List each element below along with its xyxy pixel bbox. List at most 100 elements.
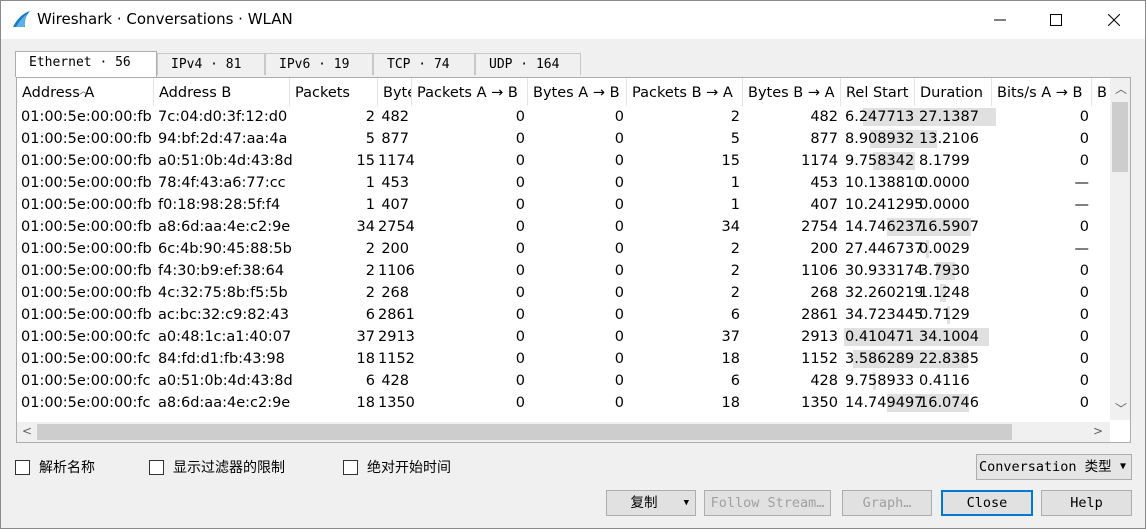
cell-packets-a-b: 0 — [515, 109, 525, 125]
table-row[interactable]: 01:00:5e:00:00:fb 78:4f:43:a6:77:cc 1 453 0 0… — [17, 172, 1107, 194]
copy-button[interactable]: 复制 ▼ — [606, 490, 696, 516]
cell-packets-b-a: 2 — [730, 285, 740, 301]
follow-stream-button[interactable]: Follow Stream… — [704, 490, 831, 516]
table-row[interactable]: 01:00:5e:00:00:fc a0:48:1c:a1:40:07 37 2913… — [17, 326, 1107, 348]
cell-bytes-a-b: 0 — [614, 395, 624, 411]
sort-ascending-icon: ︿ — [79, 87, 89, 97]
column-header-bytes-b-a[interactable]: Bytes B → A — [743, 78, 841, 106]
column-header-bits-per-sec-b-a[interactable]: Bi — [1092, 78, 1107, 106]
horizontal-scrollbar[interactable]: < > — [17, 422, 1110, 442]
copy-button-label: 复制 — [630, 495, 658, 511]
table-row[interactable]: 01:00:5e:00:00:fc a0:51:0b:4d:43:8d 6 428 0 0… — [17, 370, 1107, 392]
column-header-bits-per-sec-a-b[interactable]: Bits/s A → B — [992, 78, 1092, 106]
close-button[interactable]: Close — [941, 490, 1033, 516]
scroll-right-icon[interactable]: > — [1093, 424, 1103, 438]
table-row[interactable]: 01:00:5e:00:00:fb 94:bf:2d:47:aa:4a 5 877 0 0… — [17, 128, 1107, 150]
cell-packets-b-a: 1 — [730, 175, 740, 191]
cell-packets: 2 — [365, 263, 375, 279]
table-row[interactable]: 01:00:5e:00:00:fb 4c:32:75:8b:f5:5b 2 268 0 0… — [17, 282, 1107, 304]
cell-address-b: 4c:32:75:8b:f5:5b — [158, 285, 288, 301]
cell-packets: 18 — [356, 395, 375, 411]
table-row[interactable]: 01:00:5e:00:00:fb 7c:04:d0:3f:12:d0 2 482 0 0… — [17, 106, 1107, 128]
cell-address-b: a8:6d:aa:4e:c2:9e — [158, 395, 291, 411]
tab-udp[interactable]: UDP · 164 — [475, 53, 581, 75]
column-header-packets[interactable]: Packets — [290, 78, 378, 106]
checkbox-box[interactable] — [15, 459, 30, 475]
cell-bytes-a-b: 0 — [614, 329, 624, 345]
conversation-type-dropdown[interactable]: Conversation 类型 ▼ — [976, 454, 1132, 480]
cell-bytes: 877 — [381, 131, 409, 147]
column-header-packets-a-b[interactable]: Packets A → B — [412, 78, 528, 106]
cell-packets: 1 — [365, 175, 375, 191]
minimize-button[interactable] — [977, 1, 1023, 39]
cell-packets: 1 — [365, 197, 375, 213]
cell-bytes-a-b: 0 — [614, 351, 624, 367]
table-row[interactable]: 01:00:5e:00:00:fc 84:fd:d1:fb:43:98 18 1152… — [17, 348, 1107, 370]
scroll-up-icon[interactable]: ︿ — [1115, 80, 1127, 97]
cell-bytes-a-b: 0 — [614, 285, 624, 301]
cell-address-b: a0:51:0b:4d:43:8d — [158, 373, 293, 389]
cell-packets: 2 — [365, 285, 375, 301]
cell-address-b: 94:bf:2d:47:aa:4a — [158, 131, 288, 147]
cell-rel-start: 9.758933 — [845, 373, 915, 389]
column-header-address-a[interactable]: ︿ Address A — [17, 78, 154, 106]
resolve-names-checkbox[interactable]: 解析名称 — [15, 459, 95, 476]
cell-bytes-b-a: 1152 — [801, 351, 838, 367]
table-row[interactable]: 01:00:5e:00:00:fb ac:bc:32:c9:82:43 6 2861 0… — [17, 304, 1107, 326]
close-window-button[interactable] — [1091, 1, 1137, 39]
cell-bytes-a-b: 0 — [614, 241, 624, 257]
cell-bytes-a-b: 0 — [614, 219, 624, 235]
cell-packets-b-a: 2 — [730, 109, 740, 125]
cell-bytes-b-a: 407 — [810, 197, 838, 213]
table-row[interactable]: 01:00:5e:00:00:fb f4:30:b9:ef:38:64 2 1106 0… — [17, 260, 1107, 282]
table-row[interactable]: 01:00:5e:00:00:fc a8:6d:aa:4e:c2:9e 18 1350… — [17, 392, 1107, 414]
graph-button[interactable]: Graph… — [842, 490, 932, 516]
cell-bytes-b-a: 268 — [810, 285, 838, 301]
cell-packets-b-a: 2 — [730, 241, 740, 257]
limit-to-filter-checkbox[interactable]: 显示过滤器的限制 — [149, 459, 285, 476]
scroll-left-icon[interactable]: < — [22, 424, 32, 438]
scroll-down-icon[interactable]: ﹀ — [1115, 400, 1127, 417]
tab-ipv4[interactable]: IPv4 · 81 — [157, 53, 265, 75]
maximize-button[interactable] — [1033, 1, 1079, 39]
cell-address-a: 01:00:5e:00:00:fb — [21, 263, 152, 279]
column-header-bytes[interactable]: Bytes — [378, 78, 412, 106]
cell-packets-b-a: 5 — [730, 131, 740, 147]
column-header-duration[interactable]: Duration — [915, 78, 992, 106]
table-row[interactable]: 01:00:5e:00:00:fb a0:51:0b:4d:43:8d 15 1174… — [17, 150, 1107, 172]
cell-address-b: 78:4f:43:a6:77:cc — [158, 175, 286, 191]
maximize-icon — [1050, 14, 1062, 26]
horizontal-scroll-thumb[interactable] — [37, 424, 1012, 440]
column-header-packets-b-a[interactable]: Packets B → A — [627, 78, 743, 106]
cell-address-b: f4:30:b9:ef:38:64 — [158, 263, 285, 279]
cell-bytes: 1152 — [378, 351, 415, 367]
tab-ethernet[interactable]: Ethernet · 56 — [15, 51, 157, 77]
cell-packets: 2 — [365, 109, 375, 125]
checkbox-box[interactable] — [343, 459, 358, 475]
absolute-start-checkbox[interactable]: 绝对开始时间 — [343, 459, 451, 476]
tab-ipv6[interactable]: IPv6 · 19 — [265, 53, 373, 75]
table-row[interactable]: 01:00:5e:00:00:fb 6c:4b:90:45:88:5b 2 200 0 0… — [17, 238, 1107, 260]
tab-tcp[interactable]: TCP · 74 — [373, 53, 475, 75]
checkbox-box[interactable] — [149, 459, 164, 475]
column-header-rel-start[interactable]: Rel Start — [841, 78, 915, 106]
vertical-scroll-thumb[interactable] — [1112, 102, 1128, 172]
cell-bits-per-sec-a-b: 0 — [1079, 307, 1089, 323]
conversations-window: Wireshark · Conversations · WLAN Etherne… — [0, 0, 1146, 529]
cell-packets: 37 — [356, 329, 375, 345]
help-button[interactable]: Help — [1041, 490, 1132, 516]
cell-address-a: 01:00:5e:00:00:fb — [21, 307, 152, 323]
cell-bytes-b-a: 1174 — [801, 153, 838, 169]
column-header-address-b[interactable]: Address B — [154, 78, 290, 106]
cell-bits-per-sec-a-b: 0 — [1079, 131, 1089, 147]
cell-packets-a-b: 0 — [515, 395, 525, 411]
cell-packets-a-b: 0 — [515, 197, 525, 213]
cell-duration: 27.1387 — [919, 109, 979, 125]
cell-bytes: 200 — [381, 241, 409, 257]
table-row[interactable]: 01:00:5e:00:00:fb a8:6d:aa:4e:c2:9e 34 2754… — [17, 216, 1107, 238]
vertical-scrollbar[interactable]: ︿ ﹀ — [1110, 78, 1130, 420]
dropdown-arrow-icon[interactable]: ▼ — [684, 491, 689, 515]
table-row[interactable]: 01:00:5e:00:00:fb f0:18:98:28:5f:f4 1 407 0 0… — [17, 194, 1107, 216]
column-header-bytes-a-b[interactable]: Bytes A → B — [528, 78, 627, 106]
cell-packets: 15 — [356, 153, 375, 169]
